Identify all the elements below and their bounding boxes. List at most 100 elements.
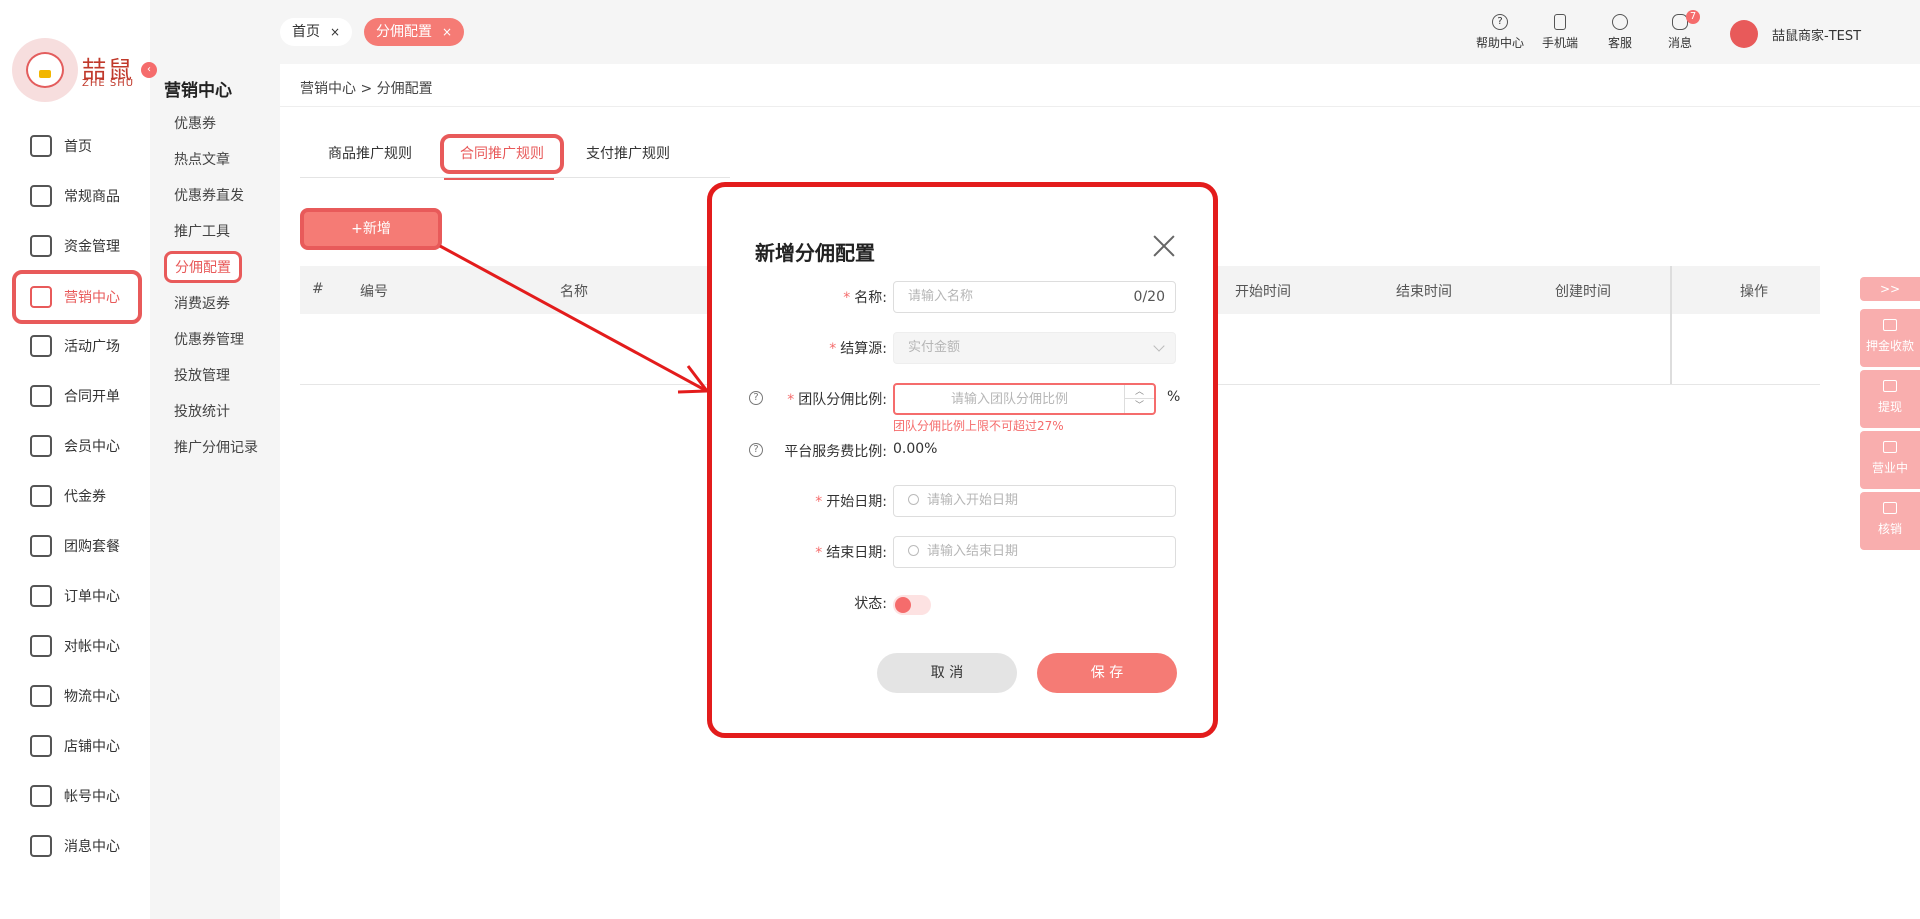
end-date-label: 结束日期: (826, 545, 887, 561)
close-icon[interactable]: × (330, 25, 340, 39)
mobile-button[interactable]: 手机端 (1534, 14, 1586, 51)
sub-item-coupon-manage[interactable]: 优惠券管理 (174, 328, 244, 352)
column-start-time: 开始时间 (1235, 284, 1291, 300)
help-center-button[interactable]: ? 帮助中心 (1474, 14, 1526, 51)
sub-item-hot-articles[interactable]: 热点文章 (174, 148, 230, 172)
messages-button[interactable]: 7 消息 (1654, 10, 1706, 51)
sub-item-coupon[interactable]: 优惠券 (174, 112, 216, 136)
name-input[interactable]: 请输入名称 0/20 (893, 281, 1176, 313)
withdraw-button[interactable]: 提现 (1860, 370, 1920, 428)
user-icon (30, 785, 52, 807)
close-icon[interactable]: × (442, 25, 452, 39)
collapse-sidebar-button[interactable]: ‹ (141, 62, 157, 78)
ratio-stepper[interactable]: ︿ ﹀ (1124, 385, 1154, 413)
sub-item-commission-config[interactable]: 分佣配置 (164, 251, 242, 283)
box-icon (30, 685, 52, 707)
nav-item-funds[interactable]: 资金管理 (12, 224, 142, 268)
toggle-knob (895, 597, 911, 613)
status-row: 状态: (712, 587, 1223, 619)
end-date-row: * 结束日期: 请输入结束日期 (712, 536, 1223, 568)
nav-item-orders[interactable]: 订单中心 (12, 574, 142, 618)
bookmark-icon (1883, 502, 1897, 514)
start-date-label: 开始日期: (826, 494, 887, 510)
user-menu[interactable]: 喆鼠商家-TEST (1730, 20, 1861, 48)
tab-home[interactable]: 首页 × (280, 18, 353, 46)
yen-icon (30, 635, 52, 657)
close-icon[interactable] (1152, 235, 1176, 259)
nav-item-account[interactable]: 帐号中心 (12, 774, 142, 818)
message-count-badge: 7 (1686, 10, 1700, 24)
sub-sidebar-title: 营销中心 (164, 81, 232, 101)
deposit-collect-button[interactable]: 押金收款 (1860, 309, 1920, 367)
user-name: 喆鼠商家-TEST (1772, 28, 1862, 44)
nav-item-activity[interactable]: 活动广场 (12, 324, 142, 368)
end-date-input[interactable]: 请输入结束日期 (893, 536, 1176, 568)
tab-contract-rules[interactable]: 合同推广规则 (440, 134, 564, 174)
add-button[interactable]: +新增 (300, 208, 442, 250)
voucher-icon (30, 485, 52, 507)
name-row: * 名称: 请输入名称 0/20 (712, 281, 1223, 313)
start-date-input[interactable]: 请输入开始日期 (893, 485, 1176, 517)
nav-item-vip[interactable]: 会员中心 (12, 424, 142, 468)
customer-service-button[interactable]: 客服 (1594, 14, 1646, 51)
column-created-time: 创建时间 (1555, 284, 1611, 300)
name-label: 名称: (854, 290, 887, 306)
sub-item-delivery-stats[interactable]: 投放统计 (174, 400, 230, 424)
nav-item-store[interactable]: 店铺中心 (12, 724, 142, 768)
column-end-time: 结束时间 (1396, 284, 1452, 300)
help-circle-icon: ? (1492, 14, 1508, 30)
tab-payment-rules[interactable]: 支付推广规则 (570, 134, 686, 174)
source-select[interactable]: 实付金额 (893, 332, 1176, 364)
clock-icon (908, 494, 919, 505)
nav-item-home[interactable]: 首页 (12, 124, 142, 168)
layers-icon (30, 235, 52, 257)
mobile-icon (1554, 14, 1566, 30)
status-toggle[interactable] (893, 595, 931, 615)
tab-product-rules[interactable]: 商品推广规则 (312, 134, 428, 174)
nav-item-messages[interactable]: 消息中心 (12, 824, 142, 868)
verify-button[interactable]: 核销 (1860, 492, 1920, 550)
sub-item-coupon-direct[interactable]: 优惠券直发 (174, 184, 244, 208)
start-date-row: * 开始日期: 请输入开始日期 (712, 485, 1223, 517)
platform-fee-label: 平台服务费比例: (784, 444, 887, 460)
vip-icon (30, 435, 52, 457)
logo-subtext: ZHE SHU (82, 78, 135, 89)
dialog-title: 新增分佣配置 (755, 241, 875, 265)
chevron-down-icon[interactable]: ﹀ (1125, 399, 1154, 413)
nav-item-reconcile[interactable]: 对帐中心 (12, 624, 142, 668)
nav-item-goods[interactable]: 常规商品 (12, 174, 142, 218)
sub-item-promo-tools[interactable]: 推广工具 (174, 220, 230, 244)
nav-item-marketing[interactable]: 营销中心 (12, 270, 142, 324)
chat-icon (30, 835, 52, 857)
nav-item-voucher[interactable]: 代金券 (12, 474, 142, 518)
bookmark-icon (1883, 380, 1897, 392)
nav-item-group-buy[interactable]: 团购套餐 (12, 524, 142, 568)
marketing-icon (30, 286, 52, 308)
column-index: # (312, 281, 324, 297)
business-status-button[interactable]: 营业中 (1860, 431, 1920, 489)
mouse-mascot-icon (26, 52, 64, 88)
help-icon[interactable]: ? (749, 391, 763, 405)
percent-unit: % (1167, 389, 1181, 405)
cart-icon (30, 185, 52, 207)
breadcrumb: 营销中心 > 分佣配置 (300, 81, 433, 97)
home-icon (30, 135, 52, 157)
active-tab-indicator (444, 178, 554, 180)
sub-item-commission-records[interactable]: 推广分佣记录 (174, 436, 258, 460)
nav-item-logistics[interactable]: 物流中心 (12, 674, 142, 718)
cancel-button[interactable]: 取 消 (877, 653, 1017, 693)
help-icon[interactable]: ? (749, 443, 763, 457)
sub-item-delivery-manage[interactable]: 投放管理 (174, 364, 230, 388)
nav-item-contract[interactable]: 合同开单 (12, 374, 142, 418)
column-name: 名称 (560, 284, 588, 300)
name-char-counter: 0/20 (1133, 289, 1165, 305)
team-ratio-input[interactable]: 请输入团队分佣比例 ︿ ﹀ (893, 383, 1156, 415)
expand-panel-button[interactable]: >> (1860, 277, 1920, 301)
tab-commission-config[interactable]: 分佣配置 × (364, 18, 465, 46)
platform-fee-row: ? 平台服务费比例: 0.00% (712, 435, 1223, 467)
sub-item-cashback[interactable]: 消费返券 (174, 292, 230, 316)
add-commission-dialog: 新增分佣配置 * 名称: 请输入名称 0/20 * 结算源: 实付金额 ? * 团队分佣… (707, 182, 1218, 738)
chevron-up-icon[interactable]: ︿ (1125, 385, 1154, 399)
team-ratio-error: 团队分佣比例上限不可超过27% (893, 419, 1064, 433)
save-button[interactable]: 保 存 (1037, 653, 1177, 693)
